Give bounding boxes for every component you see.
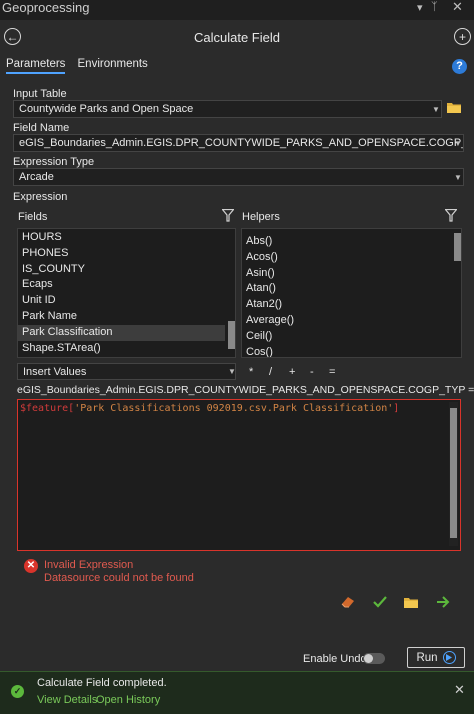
fields-scrollbar[interactable] <box>227 229 235 357</box>
scrollbar-thumb[interactable] <box>450 408 457 538</box>
helper-item[interactable]: Average() <box>242 313 461 329</box>
close-icon[interactable]: ✕ <box>452 0 463 15</box>
pin-icon[interactable]: ᛉ <box>431 1 438 13</box>
tool-title: Calculate Field <box>194 30 280 45</box>
enable-undo-label: Enable Undo <box>303 653 367 665</box>
completion-toast: ✓ Calculate Field completed. View Detail… <box>0 671 474 714</box>
input-table-select[interactable]: Countywide Parks and Open Space <box>13 100 442 118</box>
operator-divide-button[interactable]: / <box>269 366 272 378</box>
insert-values-label: Insert Values <box>23 366 87 378</box>
field-name-value: eGIS_Boundaries_Admin.EGIS.DPR_COUNTYWID… <box>19 137 464 149</box>
fields-list[interactable]: HOURS PHONES IS_COUNTY Ecaps Unit ID Par… <box>17 228 236 358</box>
run-icon <box>442 651 456 664</box>
field-item[interactable]: Unit ID <box>18 293 235 309</box>
chevron-down-icon[interactable]: ▼ <box>432 105 440 114</box>
helper-item[interactable]: Atan() <box>242 281 461 297</box>
tab-bar: Parameters Environments <box>6 58 157 76</box>
tab-environments[interactable]: Environments <box>78 58 148 70</box>
expression-label: Expression <box>13 191 68 203</box>
tab-parameters[interactable]: Parameters <box>6 58 66 74</box>
helper-item[interactable]: Acos() <box>242 250 461 266</box>
helper-item[interactable]: Abs() <box>242 234 461 250</box>
field-name-select[interactable]: eGIS_Boundaries_Admin.EGIS.DPR_COUNTYWID… <box>13 134 464 152</box>
error-detail: Datasource could not be found <box>44 572 194 584</box>
chevron-down-icon[interactable]: ▼ <box>454 173 462 182</box>
expression-type-label: Expression Type <box>13 156 95 168</box>
close-icon[interactable]: ✕ <box>454 682 465 698</box>
code-variable: $feature[ <box>20 403 75 414</box>
field-item[interactable]: Shape.STArea() <box>18 341 235 357</box>
field-item[interactable]: PHONES <box>18 246 235 262</box>
operator-equals-button[interactable]: = <box>329 366 335 378</box>
field-item[interactable]: Ecaps <box>18 277 235 293</box>
operator-plus-button[interactable]: + <box>289 366 295 378</box>
expression-type-value: Arcade <box>19 171 54 183</box>
helper-item[interactable]: Cos() <box>242 345 461 357</box>
field-item[interactable]: Park Name <box>18 309 235 325</box>
field-item[interactable]: IS_COUNTY <box>18 262 235 278</box>
scrollbar-thumb[interactable] <box>454 233 461 261</box>
help-icon[interactable]: ? <box>452 59 467 74</box>
enable-undo-toggle[interactable] <box>363 653 385 664</box>
target-field-line: eGIS_Boundaries_Admin.EGIS.DPR_COUNTYWID… <box>17 384 474 396</box>
fields-label: Fields <box>18 211 48 223</box>
code-bracket: ] <box>393 403 400 414</box>
folder-icon[interactable] <box>447 102 461 113</box>
field-name-label: Field Name <box>13 122 70 134</box>
eraser-icon[interactable] <box>341 595 356 611</box>
filter-icon[interactable] <box>444 208 458 225</box>
chevron-down-icon[interactable]: ▼ <box>228 367 236 376</box>
filter-icon[interactable] <box>221 208 235 225</box>
export-arrow-icon[interactable] <box>436 596 450 611</box>
run-label: Run <box>416 651 438 664</box>
add-button[interactable]: + <box>454 28 471 45</box>
run-button[interactable]: Run <box>407 647 465 668</box>
input-table-value: Countywide Parks and Open Space <box>19 103 194 115</box>
scrollbar-thumb[interactable] <box>228 321 235 349</box>
operator-multiply-button[interactable]: * <box>249 366 253 378</box>
toast-message: Calculate Field completed. <box>37 677 167 689</box>
chevron-down-icon[interactable]: ▼ <box>454 139 462 148</box>
error-icon: ✕ <box>24 559 38 573</box>
code-string: 'Park Classifications 092019.csv.Park Cl… <box>74 403 394 414</box>
helpers-label: Helpers <box>242 211 280 223</box>
toggle-knob <box>364 654 373 663</box>
expression-editor[interactable]: $feature['Park Classifications 092019.cs… <box>17 399 461 551</box>
operator-minus-button[interactable]: - <box>310 366 314 378</box>
verify-check-icon[interactable] <box>373 596 387 611</box>
insert-values-select[interactable]: Insert Values <box>17 363 236 380</box>
expression-code: $feature['Park Classifications 092019.cs… <box>20 403 399 414</box>
helpers-list[interactable]: Abs() Acos() Asin() Atan() Atan2() Avera… <box>241 228 462 358</box>
open-folder-icon[interactable] <box>404 597 418 611</box>
field-item-selected[interactable]: Park Classification <box>18 324 225 341</box>
helper-item[interactable]: Ceil() <box>242 329 461 345</box>
input-table-label: Input Table <box>13 88 67 100</box>
field-item[interactable]: HOURS <box>18 230 235 246</box>
success-check-icon: ✓ <box>11 685 24 698</box>
helper-item[interactable]: Asin() <box>242 266 461 282</box>
expression-type-select[interactable]: Arcade <box>13 168 464 186</box>
helper-item[interactable]: Atan2() <box>242 297 461 313</box>
error-title: Invalid Expression <box>44 559 134 571</box>
view-details-link[interactable]: View Details <box>37 694 97 706</box>
window-title: Geoprocessing <box>2 0 90 15</box>
editor-scrollbar[interactable] <box>449 402 458 546</box>
helpers-scrollbar[interactable] <box>453 229 461 357</box>
plus-icon: + <box>458 29 466 44</box>
title-bar: Geoprocessing ▾ ᛉ ✕ <box>0 0 474 20</box>
open-history-link[interactable]: Open History <box>96 694 160 706</box>
dropdown-icon[interactable]: ▾ <box>417 1 423 14</box>
